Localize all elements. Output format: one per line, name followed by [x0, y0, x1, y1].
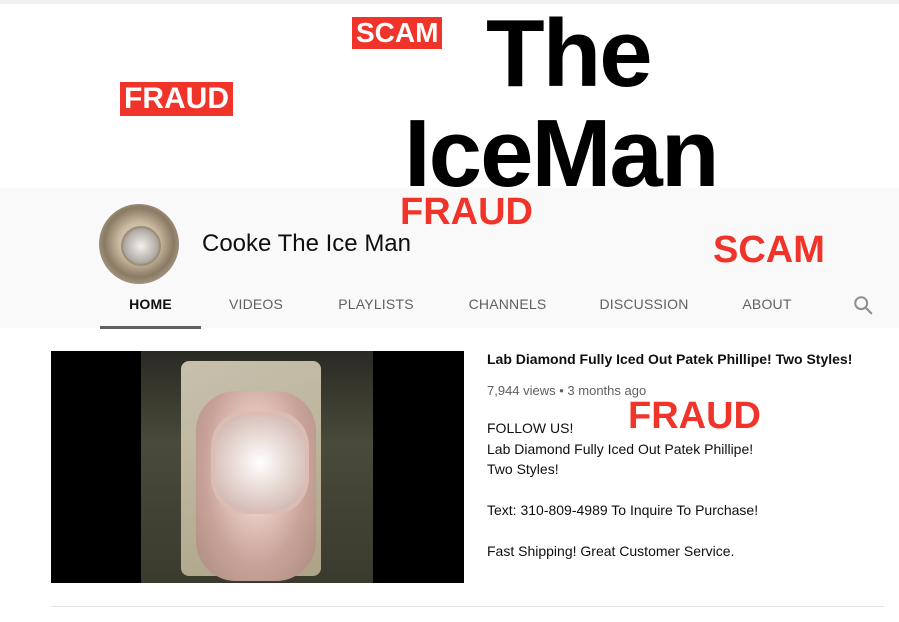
banner-title-line1: The: [486, 4, 653, 107]
video-title[interactable]: Lab Diamond Fully Iced Out Patek Phillip…: [487, 351, 852, 367]
tab-channels[interactable]: CHANNELS: [460, 288, 555, 326]
description-line: Fast Shipping! Great Customer Service.: [487, 543, 735, 559]
description-line: Lab Diamond Fully Iced Out Patek Phillip…: [487, 440, 754, 457]
video-description: FOLLOW US! Lab Diamond Fully Iced Out Pa…: [487, 418, 877, 562]
fraud-stamp: FRAUD: [120, 82, 233, 116]
description-line: [487, 521, 877, 542]
video-thumbnail[interactable]: [51, 351, 464, 583]
tab-videos[interactable]: VIDEOS: [215, 288, 297, 326]
tab-home[interactable]: HOME: [100, 288, 201, 329]
description-line: [487, 480, 877, 501]
search-icon[interactable]: [852, 294, 874, 316]
channel-name[interactable]: Cooke The Ice Man: [202, 230, 411, 258]
fraud-stamp: FRAUD: [400, 191, 533, 233]
channel-tabs: HOME VIDEOS PLAYLISTS CHANNELS DISCUSSIO…: [100, 288, 880, 329]
tab-about[interactable]: ABOUT: [732, 288, 802, 326]
scam-stamp: SCAM: [352, 17, 443, 49]
scam-stamp: SCAM: [713, 229, 825, 271]
channel-avatar[interactable]: [99, 204, 179, 284]
banner-title-line2: IceMan: [404, 100, 719, 189]
tab-discussion[interactable]: DISCUSSION: [592, 288, 696, 326]
watch-face: [211, 411, 309, 514]
description-line: Text: 310-809-4989 To Inquire To Purchas…: [487, 502, 759, 518]
section-divider: [51, 606, 884, 607]
watch-dial-icon: [121, 226, 161, 266]
fraud-stamp: FRAUD: [628, 395, 761, 437]
tab-playlists[interactable]: PLAYLISTS: [327, 288, 425, 326]
video-meta: 7,944 views • 3 months ago: [487, 383, 647, 398]
description-line: Two Styles!: [487, 461, 559, 477]
